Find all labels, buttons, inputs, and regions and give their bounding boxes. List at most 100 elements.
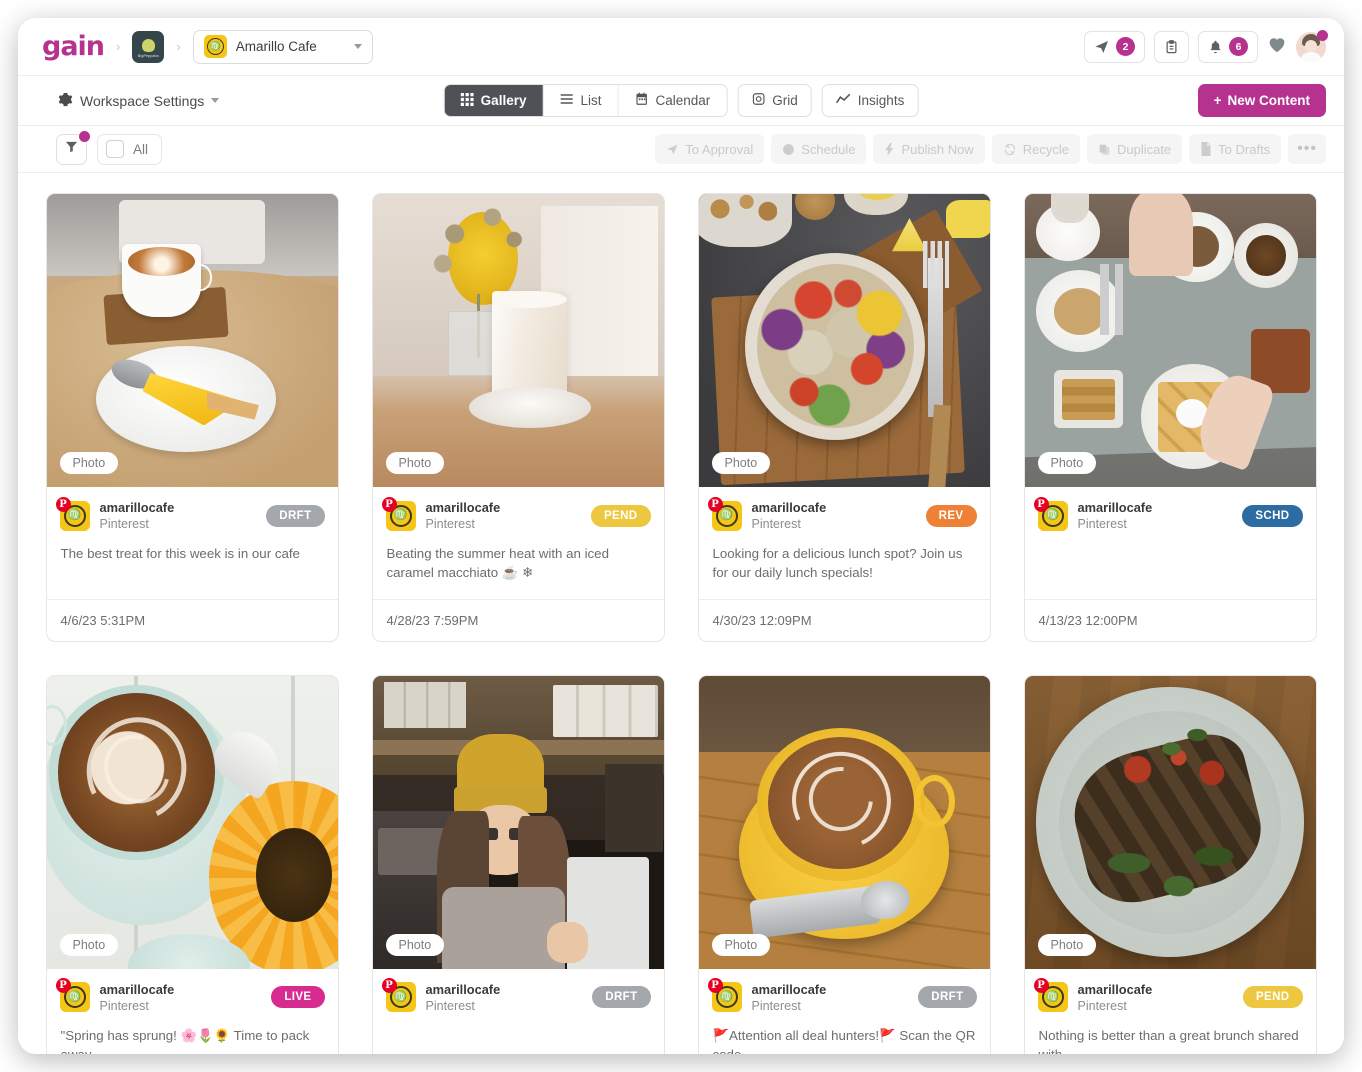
card-network-name: Pinterest: [751, 517, 801, 531]
content-card[interactable]: Photo ♍ P amarillocafe Pinterest PEND Be…: [371, 193, 665, 642]
status-badge: PEND: [1242, 986, 1303, 1009]
card-thumbnail[interactable]: Photo: [372, 675, 664, 969]
button-insights-label: Insights: [857, 93, 905, 108]
to-approval-notifications-button[interactable]: 2: [1084, 30, 1145, 63]
tab-calendar-label: Calendar: [655, 93, 711, 108]
pinterest-icon: P: [707, 496, 723, 512]
tasks-button[interactable]: [1154, 30, 1189, 63]
action-to-drafts-label: To Drafts: [1218, 141, 1271, 157]
action-to-drafts[interactable]: To Drafts: [1189, 134, 1282, 164]
tab-gallery-label: Gallery: [480, 93, 527, 108]
pinterest-account-icon: ♍ P: [381, 978, 416, 1013]
card-account-name: amarillocafe: [425, 500, 501, 515]
filter-bar: All To Approval Schedule Publish Now Rec…: [18, 126, 1344, 173]
lightning-icon: [884, 142, 895, 156]
button-insights[interactable]: Insights: [821, 84, 919, 117]
clipboard-icon: [1164, 39, 1179, 55]
breadcrumb-separator-2: ›: [176, 39, 181, 54]
card-account-meta: amarillocafe Pinterest: [1078, 500, 1153, 531]
card-network-name: Pinterest: [425, 517, 475, 531]
pinterest-account-icon: ♍ P: [707, 978, 742, 1013]
pinterest-icon: P: [707, 978, 723, 994]
tab-calendar[interactable]: Calendar: [618, 85, 727, 116]
card-thumbnail[interactable]: Photo: [698, 675, 990, 969]
card-account-name: amarillocafe: [1077, 500, 1153, 515]
more-actions-label: •••: [1297, 140, 1317, 157]
status-badge: LIVE: [271, 986, 325, 1009]
action-to-approval[interactable]: To Approval: [655, 134, 765, 164]
content-card[interactable]: Photo ♍ P amarillocafe Pinterest LIVE "S…: [45, 674, 339, 1054]
calendar-icon: [634, 92, 648, 109]
grid-squares-icon: [460, 92, 474, 109]
more-actions-button[interactable]: •••: [1288, 134, 1326, 164]
notifications-button[interactable]: 6: [1198, 30, 1258, 63]
action-publish-now[interactable]: Publish Now: [873, 134, 985, 164]
pinterest-account-icon: ♍ P: [1033, 496, 1068, 531]
account-selector[interactable]: ♍ Amarillo Cafe: [192, 29, 373, 64]
card-thumbnail[interactable]: Photo: [372, 194, 664, 487]
workspace-logo-shape: [141, 39, 155, 52]
card-caption: Nothing is better than a great brunch sh…: [1038, 1027, 1299, 1054]
account-selector-label: Amarillo Cafe: [235, 39, 317, 54]
button-grid-label: Grid: [772, 93, 798, 108]
workspace-settings-button[interactable]: Workspace Settings: [58, 92, 220, 110]
button-grid[interactable]: Grid: [737, 84, 812, 117]
recycle-icon: [1003, 143, 1017, 156]
tab-gallery[interactable]: Gallery: [444, 85, 544, 116]
card-caption: Looking for a delicious lunch spot? Join…: [712, 546, 963, 580]
status-badge: DRFT: [918, 986, 977, 1009]
content-gallery: Photo ♍ P amarillocafe Pinterest DRFT Th…: [18, 173, 1344, 1054]
card-timestamp: 4/30/23 12:09PM: [698, 598, 990, 641]
bell-icon: [1208, 39, 1223, 55]
view-tabs: Gallery List Calendar Grid Insights: [443, 84, 919, 117]
bulk-actions: To Approval Schedule Publish Now Recycle: [655, 134, 1326, 164]
card-timestamp: 4/28/23 7:59PM: [372, 598, 664, 641]
view-segmented-control: Gallery List Calendar: [443, 84, 728, 117]
content-card[interactable]: Photo ♍ P amarillocafe Pinterest DRFT: [371, 674, 665, 1054]
action-schedule[interactable]: Schedule: [771, 134, 867, 164]
pinterest-icon: P: [381, 496, 397, 512]
send-badge: 2: [1116, 37, 1135, 56]
plus-icon: +: [1213, 93, 1222, 108]
card-account-name: amarillocafe: [1077, 981, 1153, 997]
media-type-badge: Photo: [1037, 452, 1097, 474]
content-card[interactable]: Photo ♍ P amarillocafe Pinterest SCHD 4/…: [1023, 193, 1317, 642]
pinterest-icon: P: [1033, 978, 1049, 994]
breadcrumb-separator-1: ›: [116, 39, 121, 54]
pinterest-account-icon: ♍ P: [55, 978, 90, 1013]
filter-button[interactable]: [56, 130, 90, 165]
select-all-checkbox[interactable]: All: [97, 133, 163, 165]
action-recycle[interactable]: Recycle: [991, 134, 1080, 164]
card-thumbnail[interactable]: Photo: [1024, 194, 1316, 487]
content-card[interactable]: Photo ♍ P amarillocafe Pinterest PEND No…: [1023, 674, 1317, 1054]
account-avatar-icon: ♍: [203, 35, 227, 58]
heart-icon[interactable]: [1267, 35, 1287, 58]
card-thumbnail[interactable]: Photo: [46, 675, 338, 969]
new-content-button[interactable]: + New Content: [1197, 84, 1326, 117]
avatar-status-dot: [1317, 29, 1328, 41]
card-account-meta: amarillocafe Pinterest: [1078, 982, 1153, 1013]
status-badge: REV: [925, 504, 977, 527]
gain-logo[interactable]: gain: [42, 31, 105, 62]
action-duplicate[interactable]: Duplicate: [1086, 134, 1183, 164]
avatar[interactable]: [1296, 29, 1328, 62]
card-account-name: amarillocafe: [99, 500, 175, 515]
tab-list[interactable]: List: [543, 85, 619, 116]
content-card[interactable]: Photo ♍ P amarillocafe Pinterest DRFT 🚩A…: [697, 674, 991, 1054]
card-account-name: amarillocafe: [751, 500, 827, 515]
card-account-meta: amarillocafe Pinterest: [100, 500, 175, 531]
content-card[interactable]: Photo ♍ P amarillocafe Pinterest REV Loo…: [697, 193, 991, 642]
card-header: ♍ P amarillocafe Pinterest PEND: [1025, 969, 1316, 1021]
gear-icon: [58, 92, 73, 110]
media-type-badge: Photo: [711, 452, 771, 474]
card-timestamp: 4/6/23 5:31PM: [46, 598, 338, 641]
workspace-logo[interactable]: BigPeppabo: [132, 30, 165, 63]
card-header: ♍ P amarillocafe Pinterest PEND: [373, 487, 664, 539]
pinterest-icon: P: [55, 496, 71, 512]
content-card[interactable]: Photo ♍ P amarillocafe Pinterest DRFT Th…: [45, 193, 339, 642]
card-thumbnail[interactable]: Photo: [698, 194, 990, 487]
card-thumbnail[interactable]: Photo: [46, 194, 338, 487]
action-schedule-label: Schedule: [801, 141, 856, 157]
card-thumbnail[interactable]: Photo: [1024, 675, 1316, 969]
funnel-icon: [65, 140, 78, 158]
